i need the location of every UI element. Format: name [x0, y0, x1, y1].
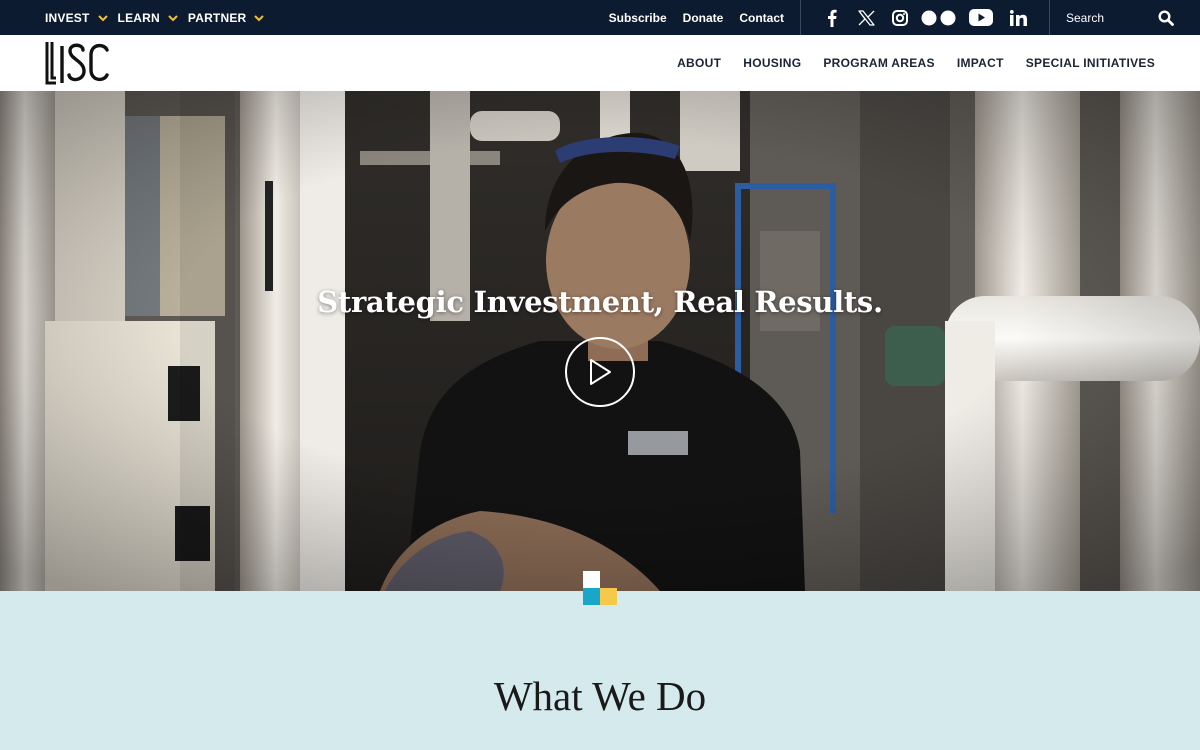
utility-menus: INVEST LEARN PARTNER [45, 0, 265, 35]
marker-square-white [583, 571, 600, 588]
donate-link[interactable]: Donate [683, 11, 724, 25]
hero: Strategic Investment, Real Results. [0, 91, 1200, 591]
play-video-button[interactable] [565, 337, 635, 407]
nav-links: ABOUT HOUSING PROGRAM AREAS IMPACT SPECI… [677, 35, 1155, 91]
facebook-icon[interactable] [815, 0, 849, 35]
section-marker [583, 571, 619, 607]
nav-about[interactable]: ABOUT [677, 56, 721, 70]
chevron-down-icon [254, 14, 265, 21]
chevron-down-icon [97, 14, 108, 21]
nav-housing[interactable]: HOUSING [743, 56, 801, 70]
menu-invest-label: INVEST [45, 10, 90, 25]
utility-bar: INVEST LEARN PARTNER Subscribe Donate Co… [0, 0, 1200, 35]
menu-partner-label: PARTNER [187, 10, 247, 25]
youtube-icon[interactable] [961, 0, 1001, 35]
search-box [1050, 0, 1200, 35]
menu-partner[interactable]: PARTNER [188, 11, 265, 25]
flickr-icon[interactable] [917, 0, 961, 35]
subscribe-link[interactable]: Subscribe [609, 11, 667, 25]
section-title: What We Do [493, 673, 707, 719]
contact-link[interactable]: Contact [739, 11, 784, 25]
main-nav: ABOUT HOUSING PROGRAM AREAS IMPACT SPECI… [0, 35, 1200, 91]
chevron-down-icon [168, 14, 178, 21]
nav-impact[interactable]: IMPACT [957, 56, 1004, 70]
menu-learn[interactable]: LEARN [118, 11, 178, 25]
search-input[interactable] [1066, 10, 1146, 25]
social-links [801, 0, 1049, 35]
instagram-icon[interactable] [883, 0, 917, 35]
hero-title: Strategic Investment, Real Results. [317, 285, 883, 319]
lisc-logo[interactable] [44, 40, 110, 86]
nav-program-areas[interactable]: PROGRAM AREAS [823, 56, 934, 70]
nav-special-initiatives[interactable]: SPECIAL INITIATIVES [1026, 56, 1155, 70]
play-icon [590, 359, 611, 385]
menu-invest[interactable]: INVEST [45, 11, 108, 25]
utility-right: Subscribe Donate Contact [609, 0, 1200, 35]
marker-square-blue [583, 588, 600, 605]
menu-learn-label: LEARN [117, 10, 160, 25]
marker-square-yellow [600, 588, 617, 605]
x-icon[interactable] [849, 0, 883, 35]
search-icon[interactable] [1158, 9, 1174, 26]
linkedin-icon[interactable] [1001, 0, 1035, 35]
